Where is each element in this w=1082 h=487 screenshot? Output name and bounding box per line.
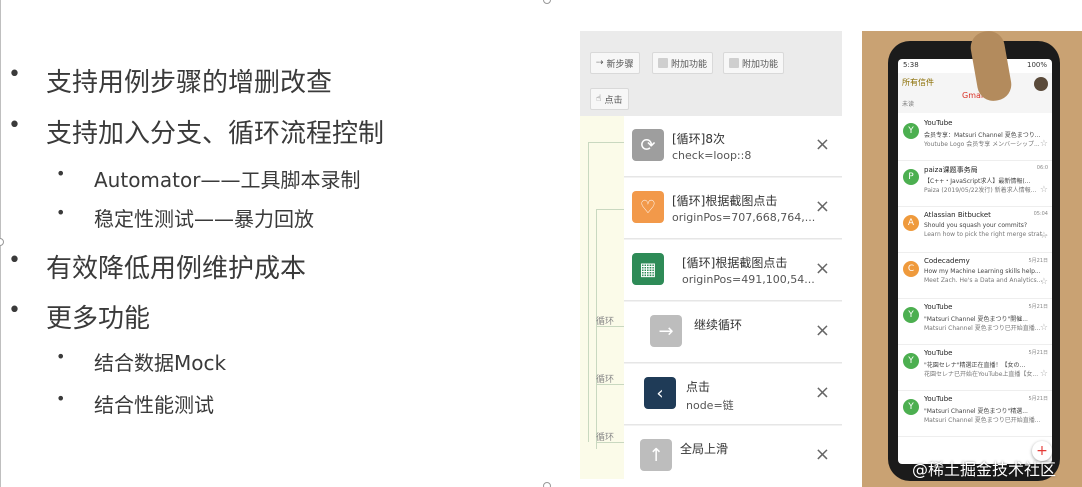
bullet-dot: •: [56, 389, 66, 408]
arrow-up-icon: ↑: [640, 439, 672, 471]
star-icon[interactable]: ☆: [1040, 231, 1048, 241]
star-icon[interactable]: ☆: [1040, 139, 1048, 149]
flow-diagram: 循环 循环 循环: [580, 116, 624, 479]
list-item[interactable]: C Codecademy How my Machine Learning ski…: [898, 253, 1052, 299]
step-title: 继续循环: [694, 318, 743, 332]
list-item[interactable]: P paiza课题事务局 【C++・JavaScript求人】最新情報(... …: [898, 161, 1052, 207]
arrow-icon: ⇢: [596, 58, 604, 68]
avatar: Y: [903, 399, 919, 415]
flow-loop-label: 循环: [596, 433, 615, 443]
list-item[interactable]: Y YouTube "Matsuri Channel 夏色まつり"開催... M…: [898, 299, 1052, 345]
section-label: 未读: [902, 101, 915, 108]
step-title: 点击: [686, 380, 711, 394]
star-icon[interactable]: ☆: [1040, 185, 1048, 195]
editor-toolbar: ⇢ 新步骤 附加功能 附加功能 ☝ 点击: [580, 31, 842, 116]
flow-loop-label: 循环: [596, 375, 615, 385]
sub-bullet-text: 稳定性测试——暴力回放: [94, 207, 314, 231]
bullet-text: 支持用例步骤的增删改查: [46, 68, 333, 98]
step-detail: check=loop::8: [672, 149, 752, 162]
addon-button[interactable]: 附加功能: [652, 52, 714, 74]
new-step-button[interactable]: ⇢ 新步骤: [590, 52, 640, 74]
bullet-text: 更多功能: [46, 304, 151, 334]
avatar: P: [903, 169, 919, 185]
sub-bullet-text: 结合性能测试: [94, 393, 214, 417]
close-icon[interactable]: ×: [815, 444, 830, 465]
step-detail: originPos=707,668,764,...: [672, 211, 816, 224]
step-title: [循环]8次: [672, 132, 725, 146]
slide-bullet-list: • 支持用例步骤的增删改查 • 支持加入分支、循环流程控制 • Automato…: [0, 0, 560, 487]
step-title: [循环]根据截图点击: [682, 256, 788, 270]
gmail-screen: 5:38 100% 所有信件 Gmail 未读 Y YouTube 会员专享：M…: [898, 59, 1052, 464]
close-icon[interactable]: ×: [815, 196, 830, 217]
bullet-dot: •: [8, 298, 21, 323]
flow-loop-label: 循环: [596, 317, 615, 327]
bullet-dot: •: [56, 347, 66, 366]
arrow-right-icon: →: [650, 315, 682, 347]
list-item[interactable]: Y YouTube 会员专享：Matsuri Channel 夏色まつり... …: [898, 115, 1052, 161]
tap-button[interactable]: ☝ 点击: [590, 88, 629, 110]
step-title: [循环]根据截图点击: [672, 194, 778, 208]
slide-resize-handle[interactable]: [0, 238, 4, 246]
step-detail: node=链: [686, 399, 734, 412]
list-item[interactable]: Y YouTube "Matsuri Channel 夏色まつり"精選... M…: [898, 391, 1052, 437]
step-card[interactable]: ♡ [循环]根据截图点击 originPos=707,668,764,... ×: [624, 178, 842, 239]
avatar: Y: [903, 353, 919, 369]
sub-bullet-text: Automator——工具脚本录制: [94, 168, 361, 192]
avatar: A: [903, 215, 919, 231]
phone-photo: 5:38 100% 所有信件 Gmail 未读 Y YouTube 会员专享：M…: [862, 31, 1082, 487]
step-card[interactable]: ‹ 点击 node=链 ×: [624, 364, 842, 425]
avatar: Y: [903, 307, 919, 323]
avatar: Y: [903, 123, 919, 139]
bullet-dot: •: [8, 248, 21, 273]
list-item[interactable]: Y YouTube "花園セレナ"精選正在直播！【女の... 花園セレナ已开始在…: [898, 345, 1052, 391]
step-card[interactable]: → 继续循环 ×: [624, 302, 842, 363]
app-thumbnail-icon: ▦: [632, 253, 664, 285]
bullet-dot: •: [8, 62, 21, 87]
step-detail: originPos=491,100,54...: [682, 273, 815, 286]
star-icon[interactable]: ☆: [1040, 277, 1048, 287]
addon-button[interactable]: 附加功能: [723, 52, 785, 74]
slide-resize-handle[interactable]: [543, 482, 551, 487]
avatar: C: [903, 261, 919, 277]
sub-bullet-text: 结合数据Mock: [94, 351, 227, 375]
step-card[interactable]: ⟳ [循环]8次 check=loop::8 ×: [624, 116, 842, 177]
back-chevron-icon: ‹: [644, 377, 676, 409]
step-card[interactable]: ↑ 全局上滑 ×: [624, 426, 842, 479]
addon-icon: [729, 58, 739, 68]
close-icon[interactable]: ×: [815, 382, 830, 403]
addon-icon: [658, 58, 668, 68]
star-icon[interactable]: ☆: [1040, 369, 1048, 379]
avatar[interactable]: [1034, 77, 1048, 91]
gmail-header: 所有信件 Gmail 未读: [898, 73, 1052, 113]
bullet-dot: •: [8, 113, 21, 138]
bullet-dot: •: [56, 164, 66, 183]
list-item[interactable]: A Atlassian Bitbucket Should you squash …: [898, 207, 1052, 253]
step-card[interactable]: ▦ [循环]根据截图点击 originPos=491,100,54... ×: [624, 240, 842, 301]
bullet-text: 有效降低用例维护成本: [46, 254, 307, 284]
close-icon[interactable]: ×: [815, 134, 830, 155]
bullet-dot: •: [56, 203, 66, 222]
step-title: 全局上滑: [680, 442, 729, 456]
close-icon[interactable]: ×: [815, 320, 830, 341]
loop-icon: ⟳: [632, 129, 664, 161]
watermark: @稀土掘金技术社区: [912, 460, 1057, 479]
folder-label: 所有信件: [902, 78, 934, 87]
close-icon[interactable]: ×: [815, 258, 830, 279]
star-icon[interactable]: ☆: [1040, 323, 1048, 333]
heart-app-icon: ♡: [632, 191, 664, 223]
bullet-text: 支持加入分支、循环流程控制: [46, 119, 385, 149]
script-step-editor: ⇢ 新步骤 附加功能 附加功能 ☝ 点击 循环 循环 循环 ⟳ [循环]8次 c…: [580, 31, 842, 479]
pointer-icon: ☝: [596, 94, 602, 104]
